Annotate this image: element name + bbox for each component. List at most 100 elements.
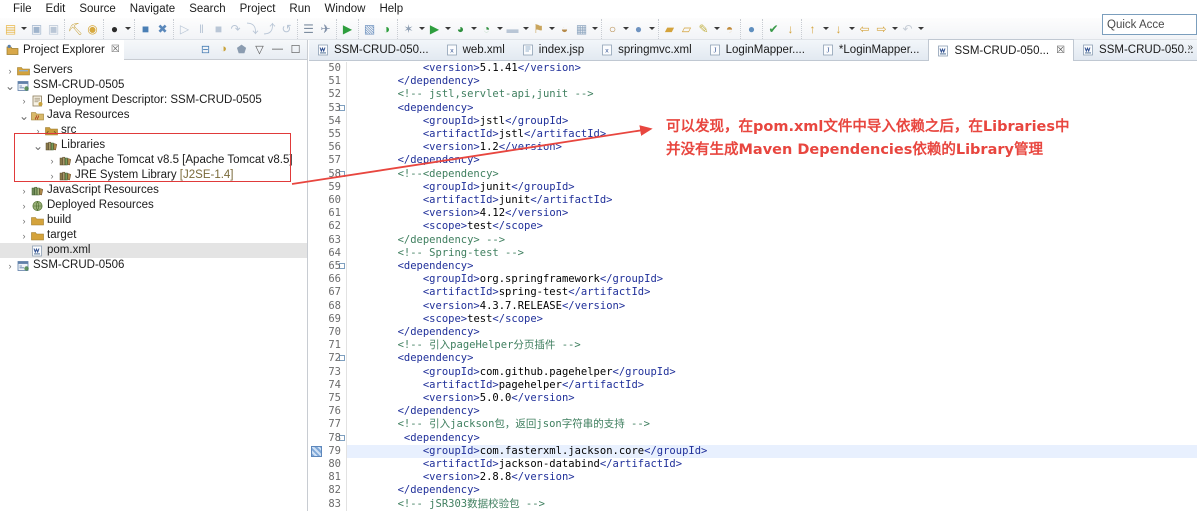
run-green-icon[interactable]: ▶: [339, 20, 356, 38]
edit-icon[interactable]: ✎: [695, 20, 712, 38]
editor-tab-6[interactable]: SSM-CRUD-050... ☒: [928, 39, 1075, 61]
menu-item-search[interactable]: Search: [182, 0, 232, 18]
editor-tab-4[interactable]: J LoginMapper....: [701, 39, 814, 60]
forward-icon[interactable]: ⇨: [873, 20, 890, 38]
skip-breakpoints-icon-dropdown-arrow[interactable]: [547, 20, 556, 38]
stop-icon[interactable]: ■: [210, 20, 227, 38]
profile-icon[interactable]: ✈: [317, 20, 334, 38]
minimize-icon[interactable]: —: [270, 41, 285, 57]
tree-item-src[interactable]: › src: [0, 123, 307, 138]
open-perspective-icon[interactable]: ◓: [721, 20, 738, 38]
menu-item-file[interactable]: File: [6, 0, 39, 18]
undo-icon-dropdown-arrow[interactable]: [916, 20, 925, 38]
tree-item-ssm-crud-0506[interactable]: › SSM-CRUD-0506: [0, 258, 307, 273]
chevron-right-icon[interactable]: ›: [4, 260, 16, 272]
skip-breakpoints-icon[interactable]: ⚑: [530, 20, 547, 38]
debug-as-icon-dropdown-arrow[interactable]: [417, 20, 426, 38]
pause-icon[interactable]: ‖: [193, 20, 210, 38]
code-line[interactable]: <version>4.12</version>: [347, 207, 1197, 220]
menu-item-navigate[interactable]: Navigate: [123, 0, 182, 18]
debug-as-icon[interactable]: ✶: [400, 20, 417, 38]
open-type-icon-dropdown-arrow[interactable]: [647, 20, 656, 38]
server-icon[interactable]: ■: [137, 20, 154, 38]
tree-item-target[interactable]: › target: [0, 228, 307, 243]
step-into-icon[interactable]: ⤵: [244, 20, 261, 38]
editor-tab-1[interactable]: x web.xml: [438, 39, 514, 60]
tree-item-java-resources[interactable]: ⌄ Java Resources: [0, 108, 307, 123]
chevron-right-icon[interactable]: ›: [18, 230, 30, 242]
quick-access-input[interactable]: Quick Acce: [1102, 14, 1197, 35]
editor-tab-7[interactable]: SSM-CRUD-050...: [1074, 39, 1197, 60]
search-icon-dropdown-arrow[interactable]: [621, 20, 630, 38]
external-tools-icon[interactable]: ▬: [504, 20, 521, 38]
run-step-icon[interactable]: ▷: [176, 20, 193, 38]
code-line[interactable]: <!-- jSR303数据校验包 -->: [347, 498, 1197, 511]
toggle-breakpoint-icon[interactable]: ▧: [361, 20, 378, 38]
new-task-icon-dropdown-arrow[interactable]: [590, 20, 599, 38]
save-icon[interactable]: ▣: [28, 20, 45, 38]
code-line[interactable]: <groupId>com.github.pagehelper</groupId>: [347, 366, 1197, 379]
web-browser-icon[interactable]: ●: [743, 20, 760, 38]
console-icon[interactable]: ☰: [300, 20, 317, 38]
back-icon[interactable]: ⇦: [856, 20, 873, 38]
code-line[interactable]: <!--<dependency>: [347, 168, 1197, 181]
chevron-right-icon[interactable]: ›: [32, 125, 44, 137]
coverage-icon[interactable]: ◕: [452, 20, 469, 38]
code-line[interactable]: <artifactId>pagehelper</artifactId>: [347, 379, 1197, 392]
maximize-icon[interactable]: ☐: [288, 41, 303, 57]
code-line[interactable]: <version>2.8.8</version>: [347, 471, 1197, 484]
step-over-icon[interactable]: ↷: [227, 20, 244, 38]
code-line[interactable]: <artifactId>jackson-databind</artifactId…: [347, 458, 1197, 471]
external-tools-icon-dropdown-arrow[interactable]: [521, 20, 530, 38]
chevron-right-icon[interactable]: ›: [46, 155, 58, 167]
next-annotation-icon[interactable]: ↑: [804, 20, 821, 38]
code-line[interactable]: </dependency>: [347, 326, 1197, 339]
code-line[interactable]: <artifactId>junit</artifactId>: [347, 194, 1197, 207]
previous-annotation-icon-dropdown-arrow[interactable]: [847, 20, 856, 38]
validate-icon[interactable]: ✔: [765, 20, 782, 38]
run-as-icon-dropdown-arrow[interactable]: [443, 20, 452, 38]
tree-item-deployment-descriptor-ssm-crud-0505[interactable]: › Deployment Descriptor: SSM-CRUD-0505: [0, 93, 307, 108]
code-line[interactable]: <dependency>: [347, 102, 1197, 115]
edit-icon-dropdown-arrow[interactable]: [712, 20, 721, 38]
open-type-icon[interactable]: ●: [630, 20, 647, 38]
code-line[interactable]: <version>5.0.0</version>: [347, 392, 1197, 405]
profile-as-icon[interactable]: ◔: [478, 20, 495, 38]
new-task-icon[interactable]: ▦: [573, 20, 590, 38]
code-line[interactable]: <dependency>: [347, 260, 1197, 273]
open-resource-icon[interactable]: ▱: [678, 20, 695, 38]
menu-item-edit[interactable]: Edit: [39, 0, 73, 18]
menu-item-help[interactable]: Help: [372, 0, 410, 18]
build-icon[interactable]: ⛏: [67, 20, 84, 38]
terminate-icon[interactable]: ✖: [154, 20, 171, 38]
more-tabs-icon[interactable]: »: [1187, 42, 1193, 53]
code-line[interactable]: <!-- Spring-test -->: [347, 247, 1197, 260]
code-line[interactable]: <version>5.1.41</version>: [347, 62, 1197, 75]
tree-item-apache-tomcat-v8-5-apache-tomcat-v8-5[interactable]: › Apache Tomcat v8.5 [Apache Tomcat v8.5]: [0, 153, 307, 168]
tree-item-jre-system-library-j2se-1-4[interactable]: › JRE System Library [J2SE-1.4]: [0, 168, 307, 183]
tab-project-explorer[interactable]: Project Explorer ☒: [0, 39, 124, 60]
open-folder-icon[interactable]: ▰: [661, 20, 678, 38]
code-line[interactable]: <artifactId>spring-test</artifactId>: [347, 286, 1197, 299]
collapse-all-icon[interactable]: ⊟: [198, 41, 213, 57]
chevron-right-icon[interactable]: ›: [18, 215, 30, 227]
new-wizard-icon-dropdown-arrow[interactable]: [19, 20, 28, 38]
code-line[interactable]: <groupId>junit</groupId>: [347, 181, 1197, 194]
link-with-editor-icon[interactable]: ◑: [216, 41, 231, 57]
editor-tab-5[interactable]: J *LoginMapper...: [814, 39, 929, 60]
menu-item-project[interactable]: Project: [233, 0, 283, 18]
code-line[interactable]: <scope>test</scope>: [347, 313, 1197, 326]
code-line[interactable]: </dependency> -->: [347, 234, 1197, 247]
tree-item-deployed-resources[interactable]: › Deployed Resources: [0, 198, 307, 213]
coverage-icon-dropdown-arrow[interactable]: [469, 20, 478, 38]
chevron-down-icon[interactable]: ⌄: [32, 140, 44, 152]
open-task-icon[interactable]: ◒: [556, 20, 573, 38]
chevron-down-icon[interactable]: ⌄: [4, 80, 16, 92]
code-line[interactable]: <scope>test</scope>: [347, 220, 1197, 233]
editor-tab-0[interactable]: SSM-CRUD-050...: [309, 39, 438, 60]
tree-item-pom-xml[interactable]: pom.xml: [0, 243, 307, 258]
focus-on-active-task-icon[interactable]: ⬟: [234, 41, 249, 57]
code-line[interactable]: <!-- 引入pageHelper分页插件 -->: [347, 339, 1197, 352]
code-line[interactable]: </dependency>: [347, 75, 1197, 88]
code-line[interactable]: </dependency>: [347, 405, 1197, 418]
